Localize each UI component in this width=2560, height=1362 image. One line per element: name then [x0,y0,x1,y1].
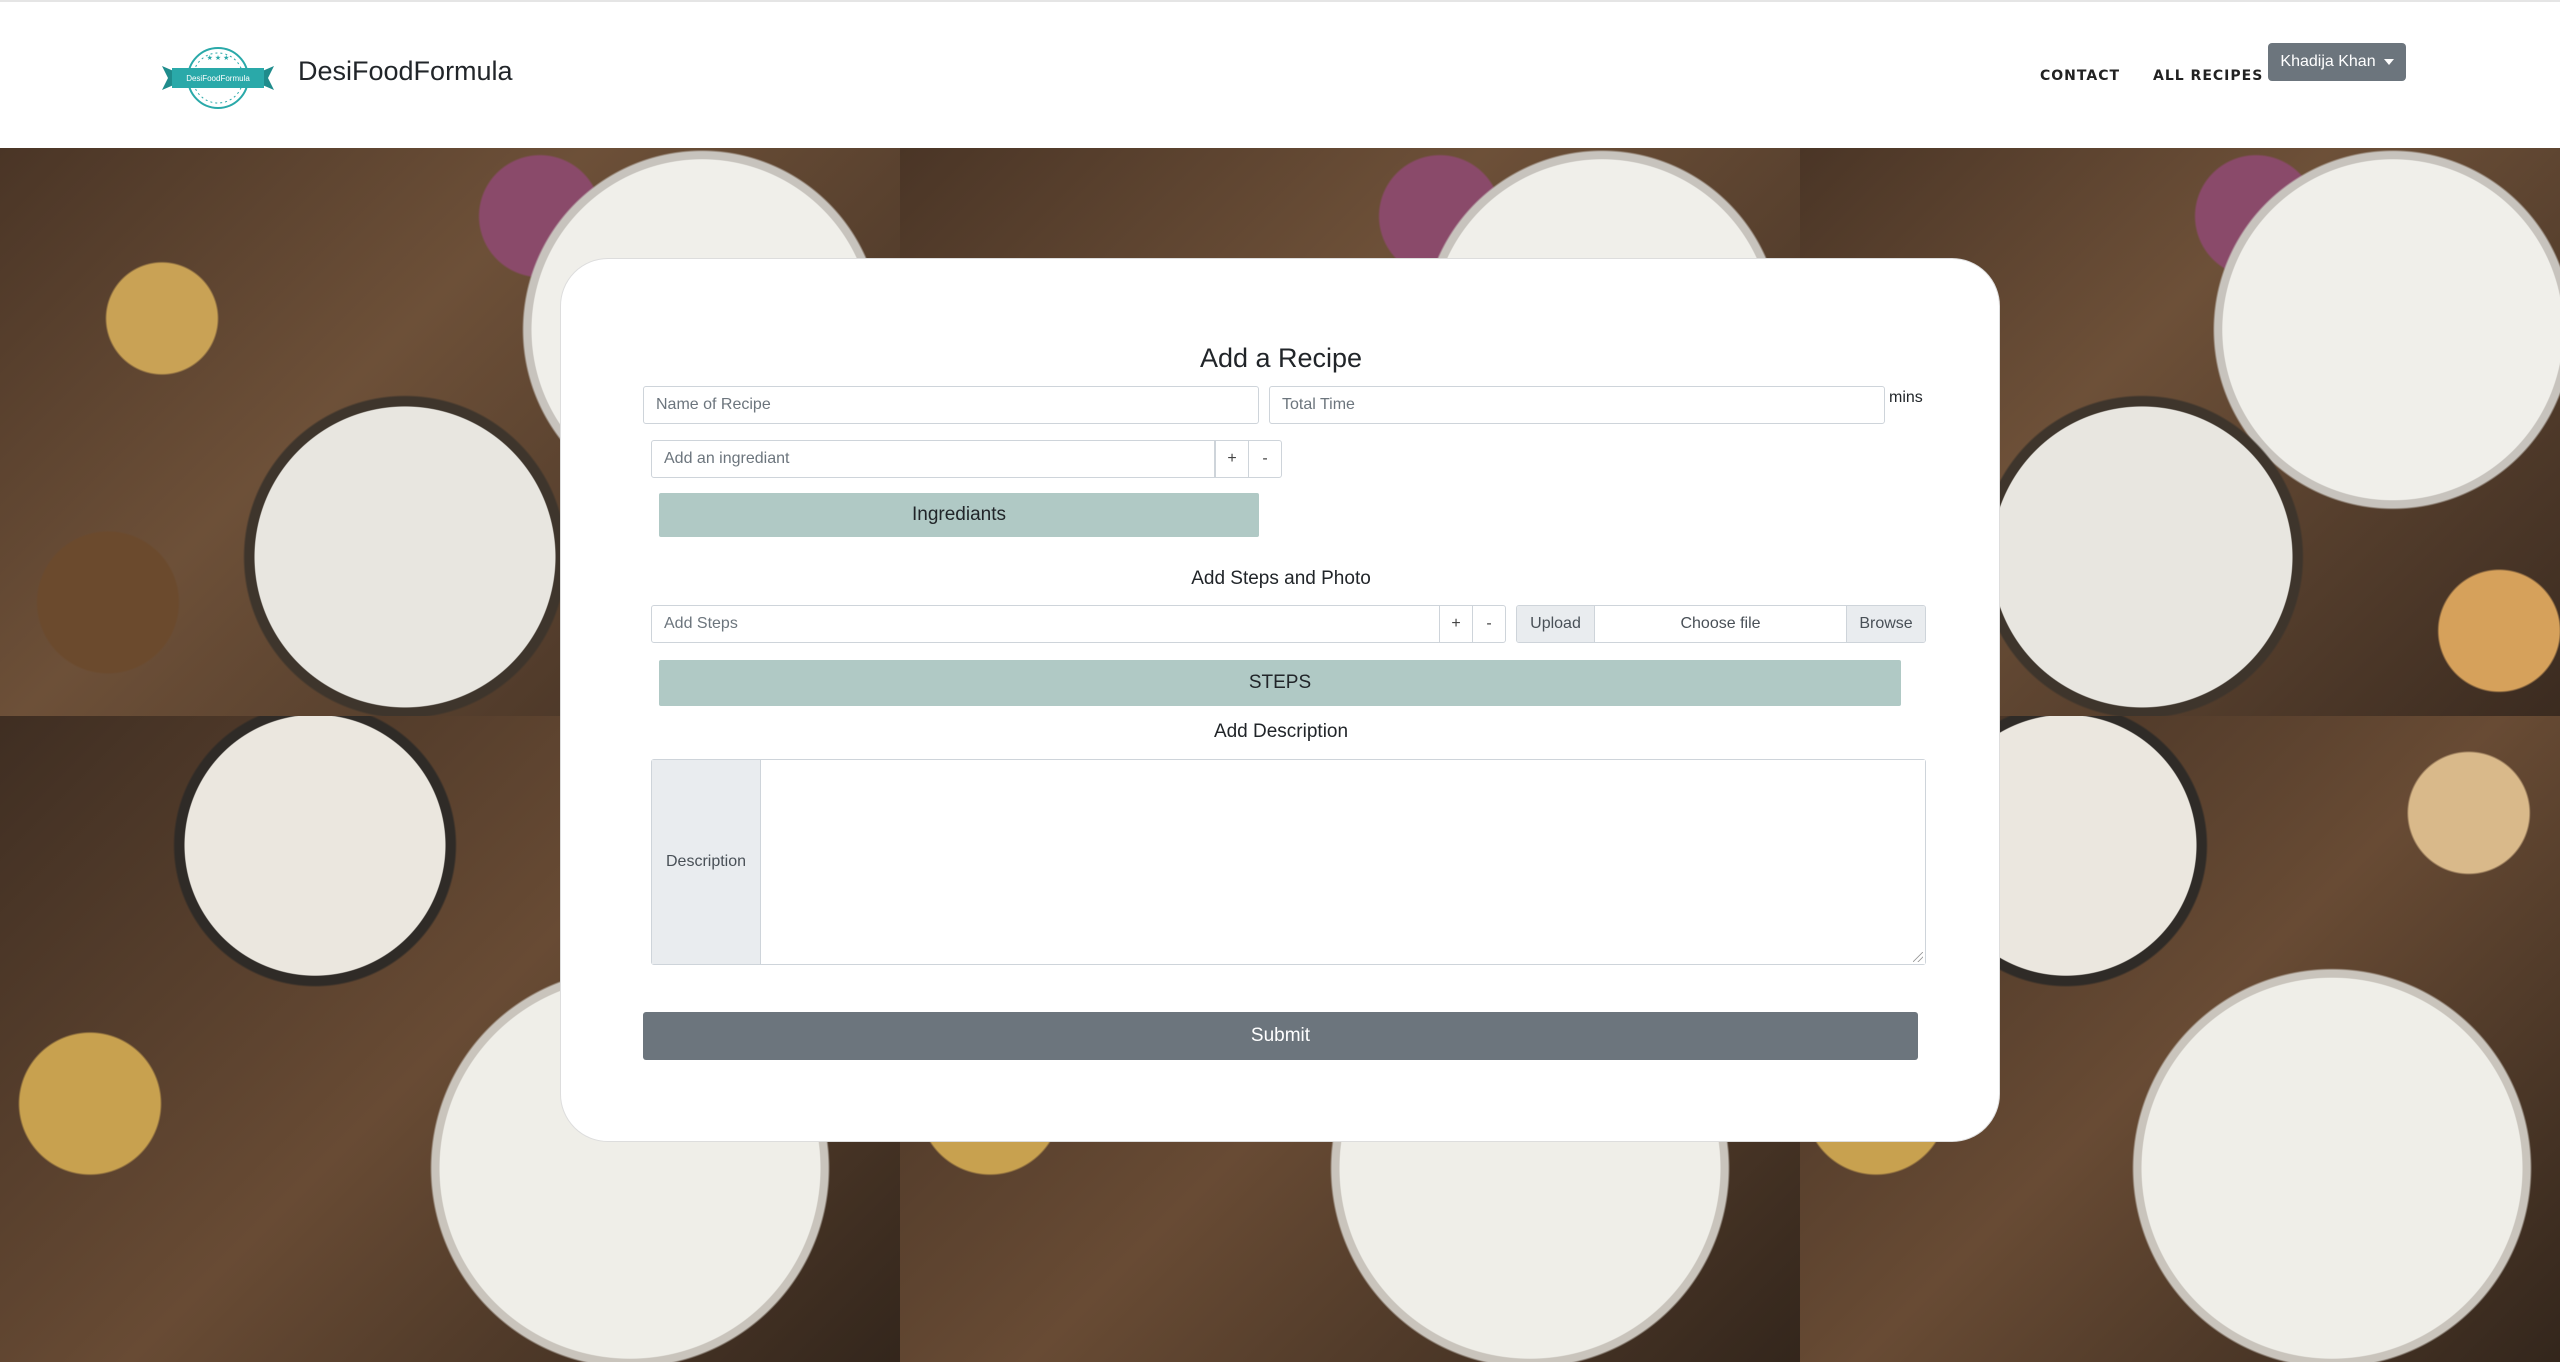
description-heading: Add Description [1213,721,1349,742]
ingredient-input[interactable]: Add an ingrediant [651,440,1215,478]
submit-button[interactable]: Submit [643,1012,1918,1060]
upload-label: Upload [1517,606,1595,642]
recipe-name-input[interactable]: Name of Recipe [643,386,1259,424]
total-time-input[interactable]: Total Time [1269,386,1885,424]
steps-input[interactable]: Add Steps [651,605,1445,643]
nav-link-all-recipes[interactable]: ALL RECIPES [2153,68,2263,84]
site-logo[interactable]: DesiFoodFormula ★ ★ ★ [160,42,276,114]
browse-button[interactable]: Browse [1846,606,1925,642]
photo-upload-field[interactable]: Upload Choose file Browse [1516,605,1926,643]
svg-text:★ ★ ★: ★ ★ ★ [207,54,230,62]
add-recipe-card: Add a Recipe Name of Recipe Total Time m… [560,258,2000,1142]
ingredients-bar[interactable]: Ingrediants [659,493,1259,537]
time-unit-label: mins [1889,389,1923,406]
nav-link-contact[interactable]: CONTACT [2040,68,2120,84]
user-dropdown-button[interactable]: Khadija Khan [2268,43,2406,81]
steps-bar[interactable]: STEPS [659,660,1901,706]
brand-name[interactable]: DesiFoodFormula [298,56,513,87]
description-textarea[interactable] [761,760,1925,964]
description-label: Description [652,760,761,964]
navbar: DesiFoodFormula ★ ★ ★ DesiFoodFormula CO… [0,0,2560,148]
remove-ingredient-button[interactable]: - [1248,440,1282,478]
description-field: Description [651,759,1926,965]
caret-down-icon [2383,59,2394,65]
choose-file-text[interactable]: Choose file [1595,606,1846,642]
resize-handle-icon[interactable] [1913,952,1923,962]
add-step-button[interactable]: + [1439,605,1473,643]
remove-step-button[interactable]: - [1472,605,1506,643]
steps-heading: Add Steps and Photo [1191,568,1371,589]
page-title: Add a Recipe [1199,343,1363,373]
add-ingredient-button[interactable]: + [1215,440,1249,478]
logo-text: DesiFoodFormula [186,74,250,83]
user-name: Khadija Khan [2280,53,2376,70]
